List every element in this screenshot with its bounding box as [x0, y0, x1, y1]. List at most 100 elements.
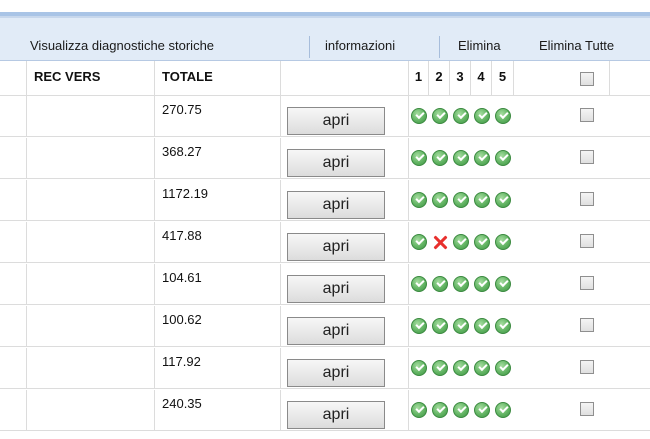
green-check-circle-icon [474, 150, 490, 166]
view-historical-diagnostics-button[interactable]: Visualizza diagnostiche storiche [30, 37, 214, 55]
row-edge-cell [0, 138, 27, 179]
apri-button[interactable]: apri [287, 317, 385, 345]
info-button[interactable]: informazioni [325, 37, 395, 55]
green-check-circle-icon [432, 360, 448, 376]
green-check-circle-icon [411, 402, 427, 418]
green-check-circle-icon [474, 108, 490, 124]
row-checkbox[interactable] [580, 192, 594, 206]
apri-cell: apri [281, 138, 409, 179]
totale-cell: 368.27 [155, 138, 281, 179]
totale-cell: 1172.19 [155, 180, 281, 221]
row-edge-cell [0, 180, 27, 221]
green-check-circle-icon [495, 150, 511, 166]
row-checkbox[interactable] [580, 234, 594, 248]
apri-cell: apri [281, 306, 409, 347]
table-row[interactable]: 100.62 apri [0, 306, 650, 347]
green-check-circle-icon [432, 318, 448, 334]
select-cell [514, 222, 610, 263]
table-row[interactable]: 117.92 apri [0, 348, 650, 389]
apri-button[interactable]: apri [287, 401, 385, 429]
green-check-circle-icon [411, 360, 427, 376]
green-check-circle-icon [474, 276, 490, 292]
table-row[interactable]: 270.75 apri [0, 96, 650, 137]
green-check-circle-icon [453, 192, 469, 208]
green-check-circle-icon [453, 108, 469, 124]
green-check-circle-icon [411, 108, 427, 124]
header-diag-3[interactable]: 3 [450, 61, 471, 96]
green-check-circle-icon [453, 402, 469, 418]
green-check-circle-icon [474, 234, 490, 250]
select-cell [514, 306, 610, 347]
select-cell [514, 348, 610, 389]
totale-cell: 100.62 [155, 306, 281, 347]
toolbar-separator [309, 36, 310, 58]
header-diag-1[interactable]: 1 [409, 61, 429, 96]
table-row[interactable]: 1172.19 apri [0, 180, 650, 221]
rec-vers-cell [27, 264, 155, 305]
apri-cell: apri [281, 222, 409, 263]
totale-cell: 270.75 [155, 96, 281, 137]
select-all-checkbox[interactable] [580, 72, 594, 86]
rec-vers-cell [27, 180, 155, 221]
row-checkbox[interactable] [580, 318, 594, 332]
green-check-circle-icon [432, 276, 448, 292]
totale-cell: 240.35 [155, 390, 281, 431]
green-check-circle-icon [453, 318, 469, 334]
table-row[interactable]: 417.88 apri [0, 222, 650, 263]
row-checkbox[interactable] [580, 150, 594, 164]
apri-button[interactable]: apri [287, 107, 385, 135]
header-totale[interactable]: TOTALE [155, 61, 281, 96]
row-edge-cell [0, 306, 27, 347]
green-check-circle-icon [411, 276, 427, 292]
green-check-circle-icon [432, 150, 448, 166]
green-check-circle-icon [453, 276, 469, 292]
row-checkbox[interactable] [580, 276, 594, 290]
header-apri [281, 61, 409, 96]
table-row[interactable]: 368.27 apri [0, 138, 650, 179]
select-cell [514, 390, 610, 431]
green-check-circle-icon [495, 360, 511, 376]
header-diag-4[interactable]: 4 [471, 61, 492, 96]
table-header: REC VERS TOTALE 1 2 3 4 5 [0, 61, 650, 96]
totale-cell: 417.88 [155, 222, 281, 263]
header-diag-2[interactable]: 2 [429, 61, 450, 96]
apri-button[interactable]: apri [287, 359, 385, 387]
apri-cell: apri [281, 96, 409, 137]
select-cell [514, 264, 610, 305]
green-check-circle-icon [474, 402, 490, 418]
green-check-circle-icon [453, 234, 469, 250]
green-check-circle-icon [432, 402, 448, 418]
top-blue-strip [0, 12, 650, 16]
row-checkbox[interactable] [580, 402, 594, 416]
apri-button[interactable]: apri [287, 275, 385, 303]
green-check-circle-icon [432, 192, 448, 208]
green-check-circle-icon [495, 192, 511, 208]
table-row[interactable]: 104.61 apri [0, 264, 650, 305]
rec-vers-cell [27, 390, 155, 431]
row-edge-cell [0, 264, 27, 305]
row-checkbox[interactable] [580, 108, 594, 122]
green-check-circle-icon [495, 276, 511, 292]
green-check-circle-icon [453, 360, 469, 376]
rec-vers-cell [27, 138, 155, 179]
delete-all-button[interactable]: Elimina Tutte [539, 37, 614, 55]
header-rec-vers[interactable]: REC VERS [27, 61, 155, 96]
toolbar-separator [439, 36, 440, 58]
row-checkbox[interactable] [580, 360, 594, 374]
select-cell [514, 96, 610, 137]
table-row[interactable]: 240.35 apri [0, 390, 650, 431]
apri-button[interactable]: apri [287, 233, 385, 261]
apri-cell: apri [281, 348, 409, 389]
apri-button[interactable]: apri [287, 191, 385, 219]
select-cell [514, 180, 610, 221]
apri-button[interactable]: apri [287, 149, 385, 177]
totale-cell: 104.61 [155, 264, 281, 305]
rec-vers-cell [27, 306, 155, 347]
delete-button[interactable]: Elimina [458, 37, 501, 55]
green-check-circle-icon [495, 108, 511, 124]
row-edge-cell [0, 390, 27, 431]
green-check-circle-icon [474, 360, 490, 376]
header-cell-edge [0, 61, 27, 96]
header-diag-5[interactable]: 5 [492, 61, 514, 96]
green-check-circle-icon [495, 318, 511, 334]
